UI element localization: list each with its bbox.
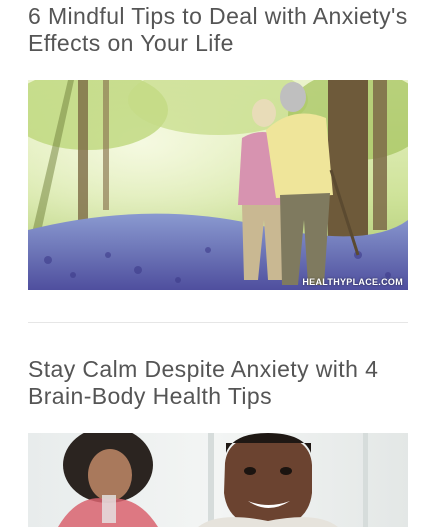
image-watermark: HEALTHYPLACE.COM — [302, 277, 403, 287]
article-thumbnail[interactable] — [28, 433, 408, 527]
article-title-link[interactable]: 6 Mindful Tips to Deal with Anxiety's Ef… — [28, 3, 408, 57]
article-thumbnail[interactable]: HEALTHYPLACE.COM — [28, 80, 408, 290]
smiling-man-image — [28, 433, 408, 527]
couple-walking-forest-image — [28, 80, 408, 290]
article-title-link[interactable]: Stay Calm Despite Anxiety with 4 Brain-B… — [28, 356, 428, 410]
article-divider — [28, 322, 408, 323]
